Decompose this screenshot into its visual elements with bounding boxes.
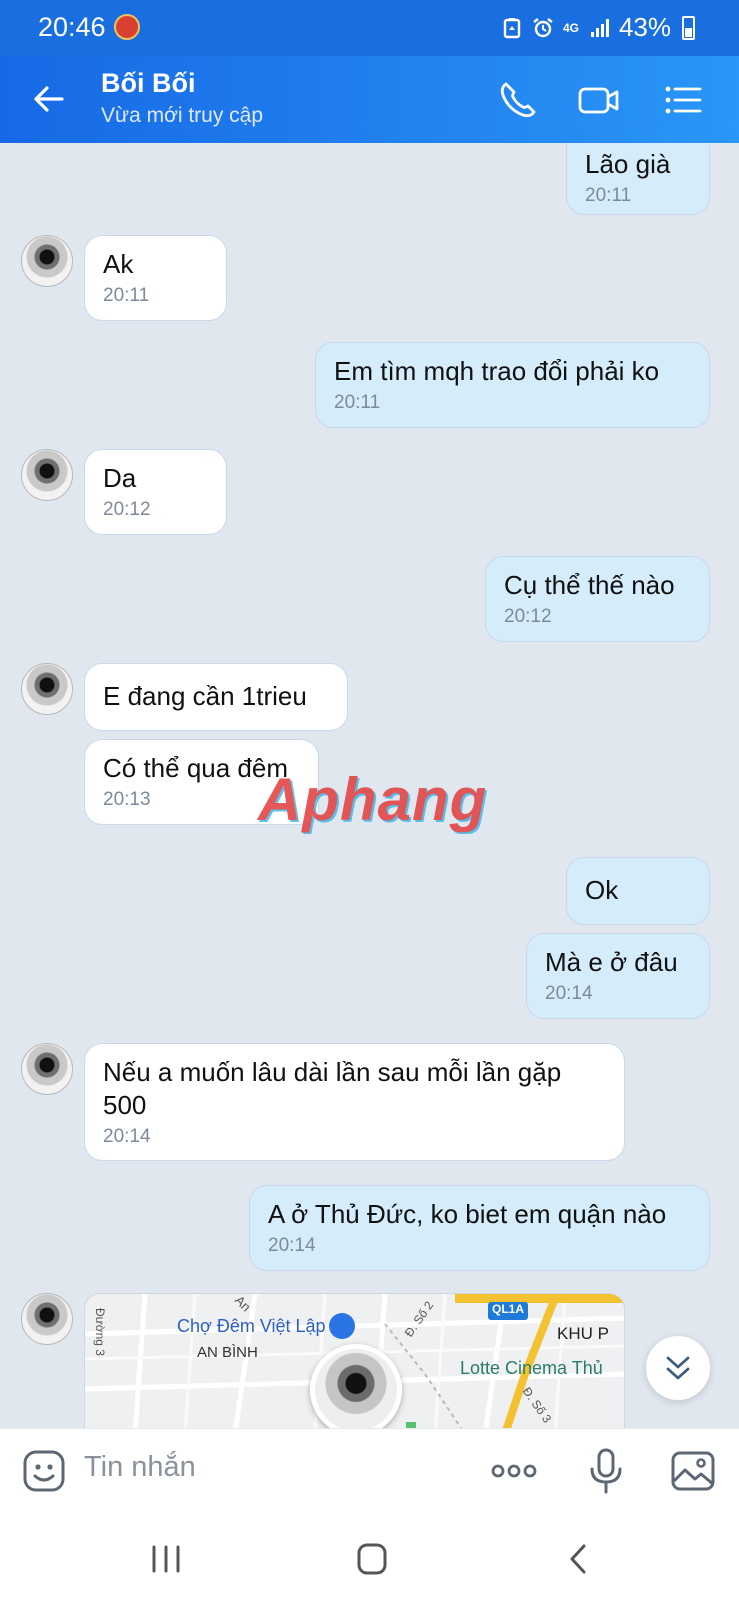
battery-percent: 43% (618, 12, 671, 42)
message-text: Nếu a muốn lâu dài lần sau mỗi lần gặp 5… (103, 1057, 562, 1120)
watermark-logo: Aphang (258, 766, 488, 833)
map-label-area: KHU P (557, 1324, 609, 1343)
contact-name[interactable]: Bối Bối (101, 68, 196, 99)
contact-avatar[interactable] (21, 235, 73, 287)
battery-saver-icon (503, 17, 521, 38)
back-arrow-icon[interactable] (28, 78, 70, 120)
message-bubble-outgoing[interactable]: Lão già 20:11 (566, 143, 710, 215)
message-time: 20:11 (334, 392, 381, 413)
message-text: Em tìm mqh trao đổi phải ko (334, 356, 660, 386)
message-text: Ok (585, 875, 619, 905)
map-label-market: Chợ Đêm Việt Lập (177, 1316, 326, 1336)
contact-avatar[interactable] (21, 449, 73, 501)
status-bar: 20:46 4G 43% (0, 0, 739, 56)
message-bubble-outgoing[interactable]: Cụ thể thế nào 20:12 (485, 556, 710, 642)
message-text: A ở Thủ Đức, ko biet em quận nào (268, 1199, 667, 1229)
message-bubble-incoming[interactable]: E đang cần 1trieu (84, 663, 348, 731)
battery-icon (682, 15, 695, 40)
contact-status: Vừa mới truy cập (101, 104, 264, 127)
status-time: 20:46 (38, 12, 106, 42)
message-bubble-incoming[interactable]: Da 20:12 (84, 449, 227, 535)
contact-avatar[interactable] (21, 1043, 73, 1095)
message-bubble-outgoing[interactable]: Em tìm mqh trao đổi phải ko 20:11 (315, 342, 710, 428)
location-map-card[interactable]: Chợ Đêm Việt Lập AN BÌNH Lotte Cinema Th… (84, 1293, 625, 1428)
message-text: Cụ thể thế nào (504, 570, 675, 600)
more-options-icon[interactable] (490, 1459, 538, 1483)
message-time: 20:14 (103, 1126, 151, 1147)
message-time: 20:11 (585, 185, 632, 206)
message-time: 20:14 (268, 1235, 316, 1256)
map-label-cinema: Lotte Cinema Thủ (460, 1358, 603, 1378)
map-label-district: AN BÌNH (197, 1344, 258, 1361)
video-call-icon[interactable] (577, 78, 621, 122)
message-bubble-outgoing[interactable]: A ở Thủ Đức, ko biet em quận nào 20:14 (249, 1185, 710, 1271)
message-text: Lão già (585, 149, 671, 179)
image-gallery-icon[interactable] (670, 1449, 716, 1493)
message-input-bar: Tin nhắn (0, 1428, 739, 1514)
sticker-emoji-icon[interactable] (22, 1449, 66, 1493)
message-input[interactable]: Tin nhắn (84, 1451, 196, 1484)
scroll-to-bottom-button[interactable] (646, 1336, 710, 1400)
system-navigation-bar (0, 1514, 739, 1600)
recent-apps-icon[interactable] (146, 1542, 186, 1576)
network-type: 4G (562, 20, 579, 35)
back-nav-icon[interactable] (560, 1542, 600, 1576)
chat-header: Bối Bối Vừa mới truy cập (0, 56, 739, 143)
chevron-double-down-icon (666, 1356, 690, 1380)
signal-icon (590, 18, 609, 37)
message-text: Mà e ở đâu (545, 947, 678, 977)
map-label-street: Đường 3 (93, 1308, 107, 1356)
menu-list-icon[interactable] (662, 78, 706, 122)
message-time: 20:11 (103, 285, 150, 306)
message-time: 20:12 (504, 606, 552, 627)
alarm-icon (533, 17, 553, 37)
message-bubble-outgoing[interactable]: Ok (566, 857, 710, 925)
message-time: 20:14 (545, 983, 593, 1004)
notification-app-icon (114, 14, 140, 40)
location-avatar-pin[interactable] (310, 1344, 402, 1428)
message-bubble-incoming[interactable]: Nếu a muốn lâu dài lần sau mỗi lần gặp 5… (84, 1043, 625, 1161)
message-list[interactable]: Lão già 20:11 Ak 20:11 Em tìm mqh trao đ… (0, 143, 739, 1428)
status-icons: 4G 43% (501, 12, 695, 43)
map-label-highway: QL1A (492, 1302, 525, 1316)
message-time: 20:12 (103, 499, 151, 520)
message-text: E đang cần 1trieu (103, 681, 307, 711)
message-bubble-incoming[interactable]: Ak 20:11 (84, 235, 227, 321)
message-text: Da (103, 463, 137, 493)
contact-avatar[interactable] (21, 1293, 73, 1345)
phone-call-icon[interactable] (496, 78, 540, 122)
microphone-icon[interactable] (586, 1447, 626, 1495)
home-icon[interactable] (352, 1542, 392, 1576)
message-bubble-outgoing[interactable]: Mà e ở đâu 20:14 (526, 933, 710, 1019)
contact-avatar[interactable] (21, 663, 73, 715)
message-text: Ak (103, 249, 134, 279)
